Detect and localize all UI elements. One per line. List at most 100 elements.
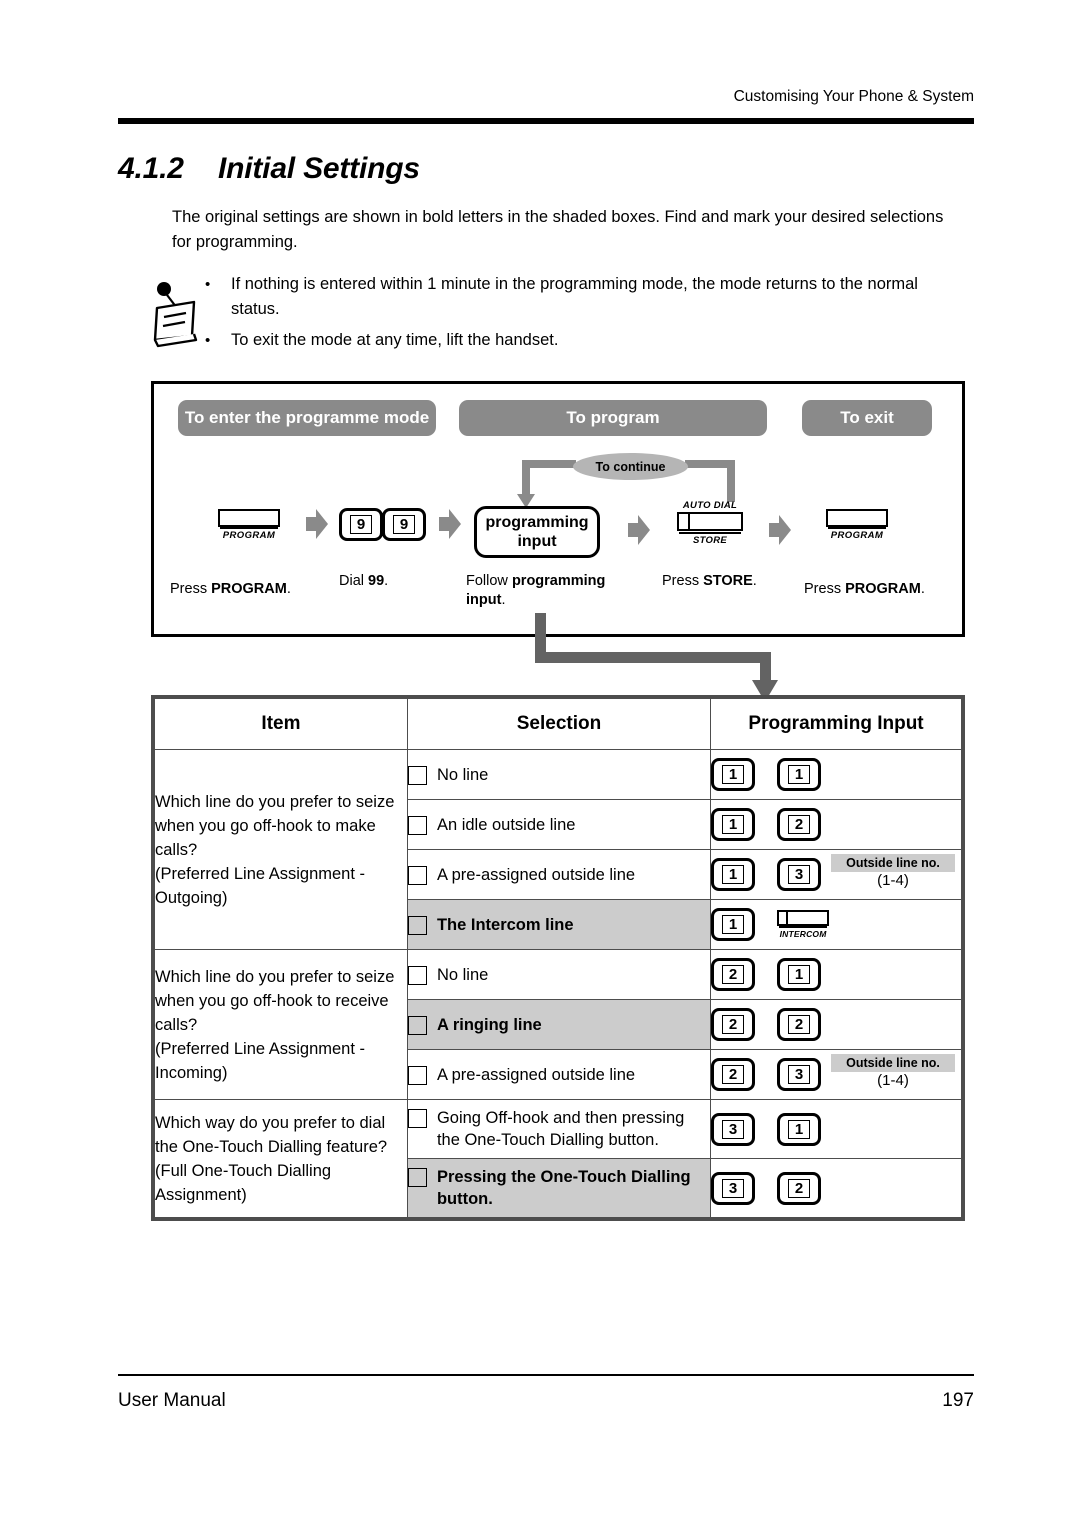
selection-cell: Going Off-hook and then pressing the One… xyxy=(406,1099,712,1159)
input-key: 1 xyxy=(777,758,822,791)
selection-checkbox[interactable] xyxy=(407,915,427,935)
selection-label: No line xyxy=(436,965,489,984)
flow-pill-to-program: To program xyxy=(459,400,767,436)
outside-line-no-tag: Outside line no. xyxy=(831,854,955,872)
input-key: 3 xyxy=(711,1171,756,1205)
input-key: 2 xyxy=(711,1058,756,1091)
caption-bold: 99 xyxy=(368,573,385,589)
programming-input-cell: 1 INTERCOM xyxy=(710,899,962,950)
note-text: If nothing is entered within 1 minute in… xyxy=(231,275,918,318)
input-key-label: 2 xyxy=(788,1015,811,1034)
flow-caption-1: Press PROGRAM. xyxy=(170,580,330,599)
key-cap-shape xyxy=(218,509,280,527)
item-cell-group-2: Which line do you prefer to seize when y… xyxy=(154,949,408,1100)
programming-input-cell: 2 3 Outside line no. (1-4) xyxy=(710,1049,962,1100)
program-key-label-1: PROGRAM xyxy=(220,527,278,541)
selection-checkbox[interactable] xyxy=(407,965,427,985)
selection-checkbox[interactable] xyxy=(407,1168,427,1187)
input-key: 1 xyxy=(711,808,756,841)
programming-flow-diagram: To enter the programme mode To program T… xyxy=(151,381,965,637)
input-key: 3 xyxy=(711,1112,756,1146)
programming-input-cell: 3 2 xyxy=(710,1158,962,1218)
outside-line-no-note: Outside line no. (1-4) xyxy=(831,1054,955,1090)
program-key-icon-2: PROGRAM xyxy=(826,509,888,541)
note-text: To exit the mode at any time, lift the h… xyxy=(231,331,559,349)
loop-arrow-right-riser xyxy=(727,460,735,502)
item-cell-group-3: Which way do you prefer to dial the One-… xyxy=(154,1099,408,1218)
store-label: STORE xyxy=(679,532,741,546)
input-key: 1 xyxy=(711,908,756,941)
selection-checkbox[interactable] xyxy=(407,815,427,835)
caption-prefix: Press xyxy=(662,573,704,589)
input-key: 1 xyxy=(711,758,756,791)
caption-bold: PROGRAM xyxy=(845,581,921,597)
column-header-selection: Selection xyxy=(406,698,712,750)
caption-suffix: . xyxy=(286,581,291,597)
flow-pill-to-exit: To exit xyxy=(802,400,932,436)
caption-suffix: . xyxy=(920,581,925,597)
selection-checkbox[interactable] xyxy=(407,865,427,885)
digit-key-9-a: 9 xyxy=(339,508,383,541)
footer-document-title: User Manual xyxy=(118,1390,226,1411)
programming-input-cell: 1 2 xyxy=(710,799,962,850)
chevron-right-icon-4 xyxy=(769,515,791,545)
column-header-item: Item xyxy=(154,698,408,750)
input-key-label: 2 xyxy=(788,815,811,834)
input-key-label: 2 xyxy=(722,1015,745,1034)
selection-cell: An idle outside line xyxy=(406,799,712,850)
outside-line-no-range: (1-4) xyxy=(877,872,909,889)
selection-cell-default: Pressing the One-Touch Dialling button. xyxy=(406,1158,712,1218)
to-continue-badge: To continue xyxy=(573,453,688,480)
header-rule xyxy=(118,118,974,124)
input-key: 2 xyxy=(777,1008,822,1041)
programming-input-cell: 2 2 xyxy=(710,999,962,1050)
input-key-label: 1 xyxy=(722,865,745,884)
selection-label: An idle outside line xyxy=(436,815,576,834)
selection-cell: No line xyxy=(406,749,712,800)
programming-input-cell: 1 3 Outside line no. (1-4) xyxy=(710,849,962,900)
input-key-label: 3 xyxy=(788,1065,811,1084)
caption-prefix: Press xyxy=(170,581,212,597)
selection-checkbox[interactable] xyxy=(407,1109,427,1128)
input-key-label: 1 xyxy=(788,965,811,984)
selection-cell: A pre-assigned outside line xyxy=(406,1049,712,1100)
program-key-icon-1: PROGRAM xyxy=(218,509,280,541)
intercom-key-icon: INTERCOM xyxy=(777,910,830,939)
selection-label: A ringing line xyxy=(436,1015,542,1034)
programming-input-box: programming input xyxy=(474,506,600,558)
caption-prefix: Dial xyxy=(339,573,369,589)
programming-input-line1: programming xyxy=(485,514,589,531)
chevron-right-icon-1 xyxy=(306,509,328,539)
caption-bold: PROGRAM xyxy=(211,581,287,597)
selection-checkbox[interactable] xyxy=(407,1065,427,1085)
input-key: 3 xyxy=(777,858,822,891)
list-item: • If nothing is entered within 1 minute … xyxy=(205,272,965,322)
selection-checkbox[interactable] xyxy=(407,1015,427,1035)
note-list: • If nothing is entered within 1 minute … xyxy=(205,272,965,359)
input-key: 1 xyxy=(777,1112,822,1146)
loop-arrow-left-segment xyxy=(522,460,576,468)
input-key-label: 2 xyxy=(722,965,745,984)
caption-suffix: . xyxy=(752,573,757,589)
selection-label: Going Off-hook and then pressing the One… xyxy=(436,1109,685,1149)
note-paper-icon xyxy=(142,278,208,350)
list-item: • To exit the mode at any time, lift the… xyxy=(205,328,965,353)
selection-checkbox[interactable] xyxy=(407,765,427,785)
intercom-key-label: INTERCOM xyxy=(779,926,828,939)
bullet-glyph: • xyxy=(205,332,211,349)
flow-caption-5: Press PROGRAM. xyxy=(804,580,964,599)
selection-label: A pre-assigned outside line xyxy=(436,865,636,884)
input-key-label: 1 xyxy=(788,1119,811,1139)
input-key: 2 xyxy=(777,808,822,841)
input-key: 2 xyxy=(777,1171,822,1205)
input-key: 2 xyxy=(711,958,756,991)
programming-input-cell: 3 1 xyxy=(710,1099,962,1159)
key-cap-shape xyxy=(826,509,888,527)
caption-suffix: . xyxy=(501,592,506,608)
caption-prefix: Follow xyxy=(466,573,512,589)
table-header-row: Item Selection Programming Input xyxy=(154,698,962,750)
programming-input-cell: 2 1 xyxy=(710,949,962,1000)
input-key-label: 1 xyxy=(788,765,811,784)
input-key: 2 xyxy=(711,1008,756,1041)
caption-suffix: . xyxy=(384,573,389,589)
